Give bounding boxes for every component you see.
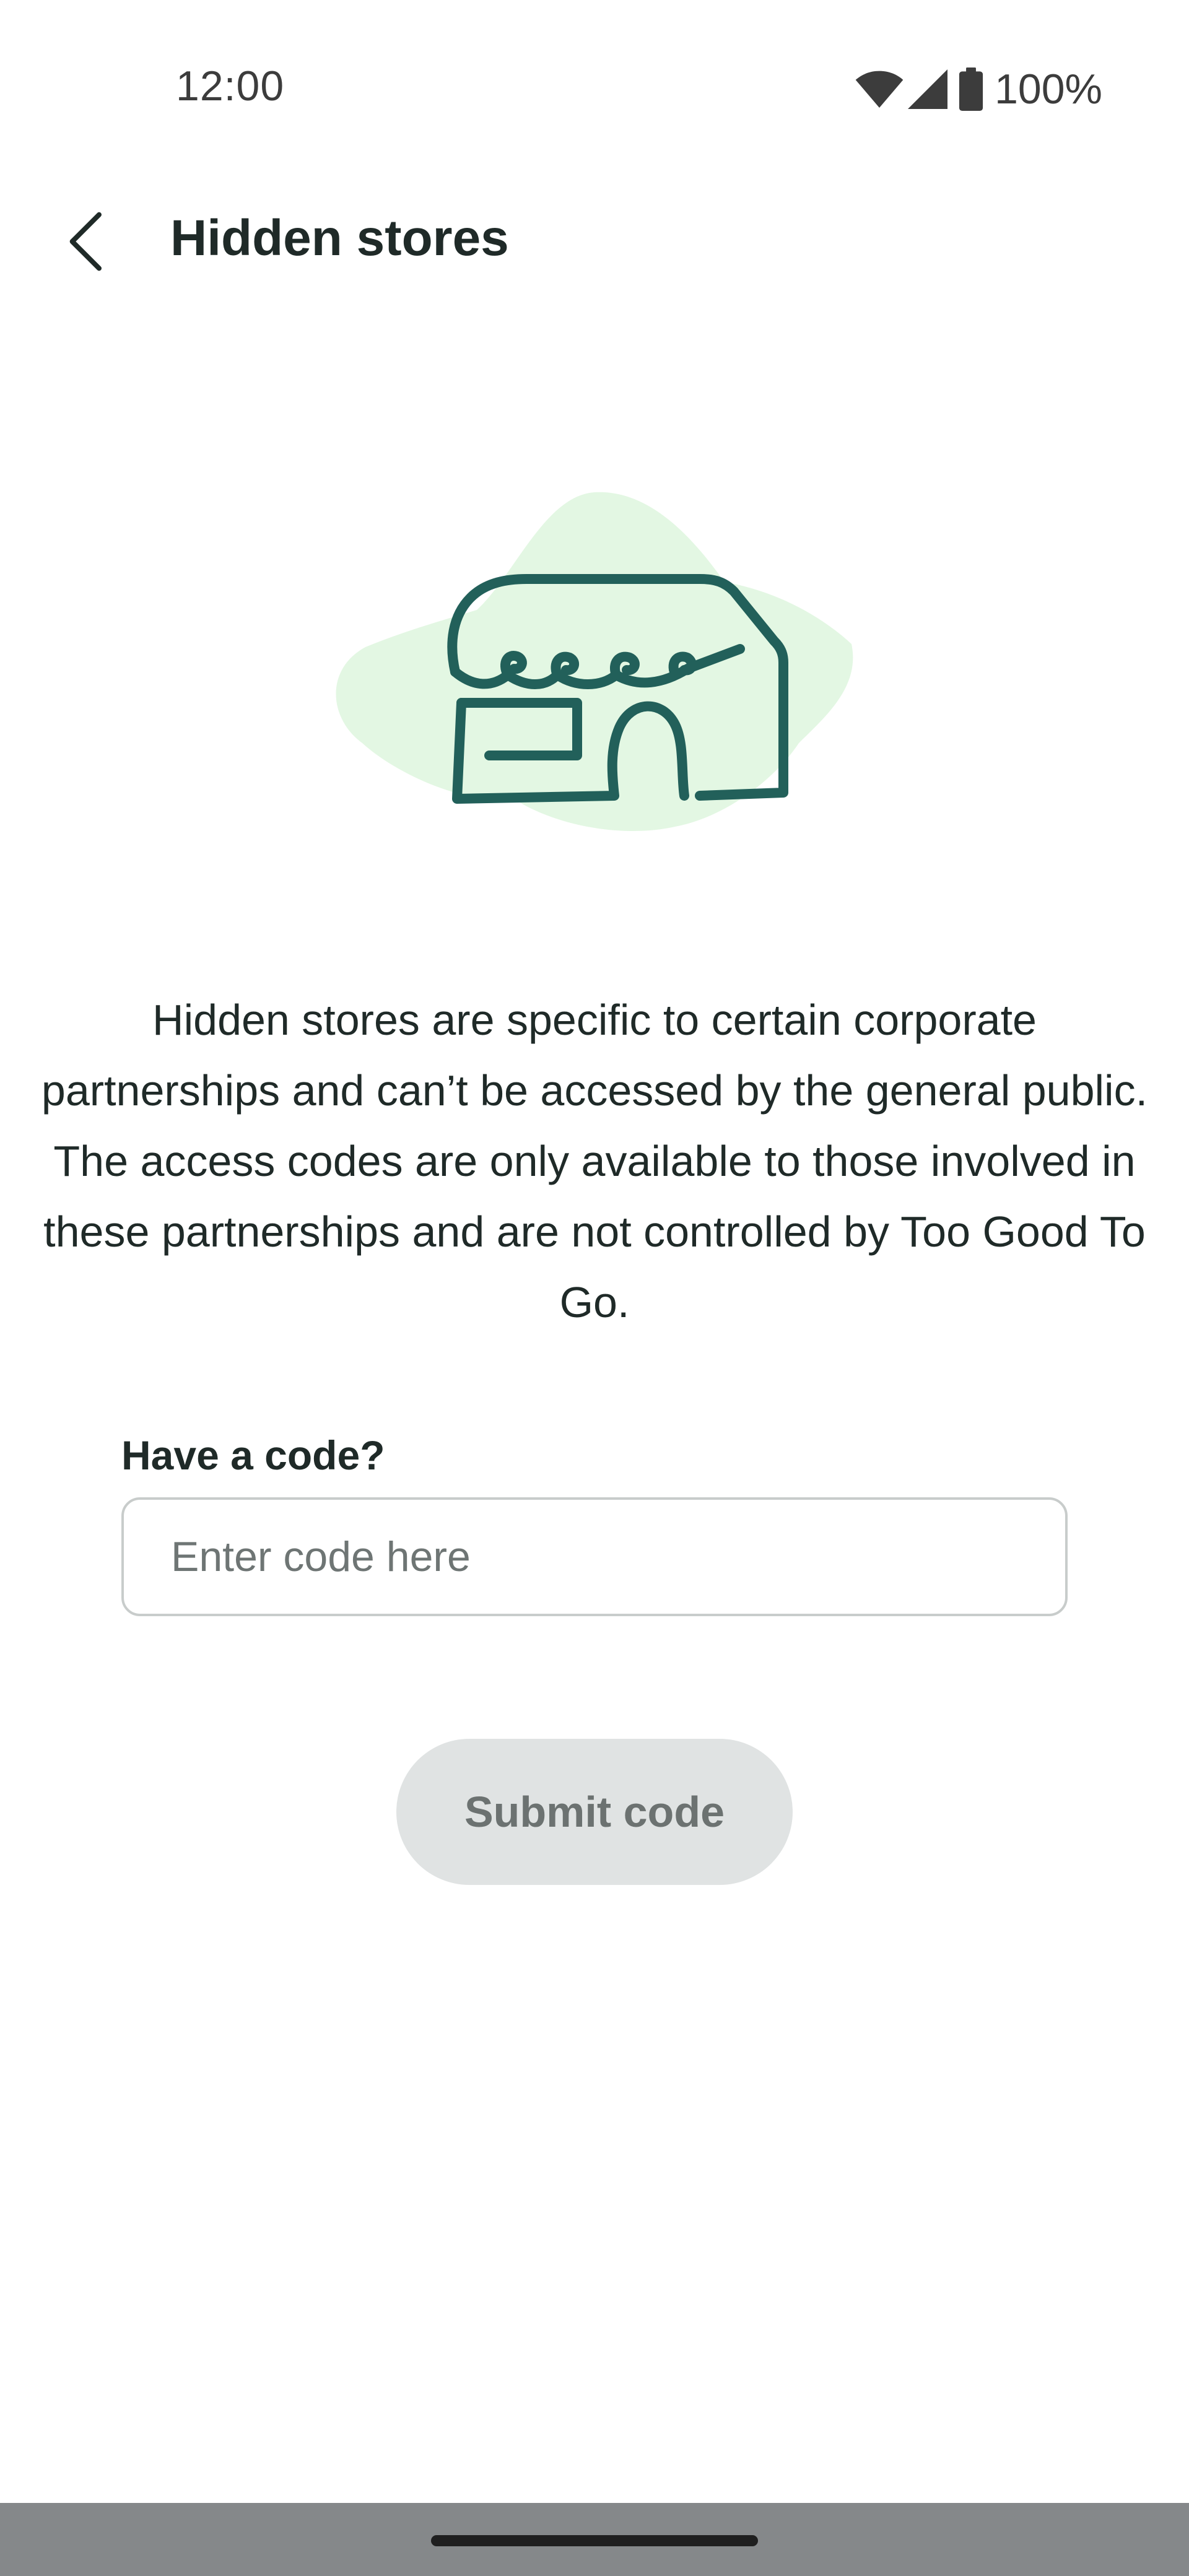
submit-code-button[interactable]: Submit code xyxy=(396,1739,793,1885)
status-bar: 12:00 100% xyxy=(0,0,1189,180)
chevron-left-icon xyxy=(69,212,102,271)
storefront-illustration xyxy=(336,492,853,832)
page-title: Hidden stores xyxy=(170,210,509,266)
code-label: Have a code? xyxy=(121,1432,385,1478)
wifi-icon xyxy=(855,71,904,108)
system-navigation-bar xyxy=(0,2503,1189,2576)
home-gesture-handle[interactable] xyxy=(431,2535,758,2546)
back-button[interactable] xyxy=(50,204,124,279)
status-time: 12:00 xyxy=(176,63,285,110)
battery-percentage: 100% xyxy=(995,66,1102,113)
app-bar: Hidden stores xyxy=(0,180,1189,291)
code-input[interactable] xyxy=(121,1497,1068,1616)
illustration-blob xyxy=(336,492,853,832)
status-icons: 100% xyxy=(855,64,1102,114)
cellular-signal-icon xyxy=(908,69,948,109)
description-text: Hidden stores are specific to certain co… xyxy=(41,996,1148,1326)
hidden-stores-screen: 12:00 100% Hidden stores Hidden stores a… xyxy=(0,0,1189,2576)
battery-icon xyxy=(959,67,983,111)
